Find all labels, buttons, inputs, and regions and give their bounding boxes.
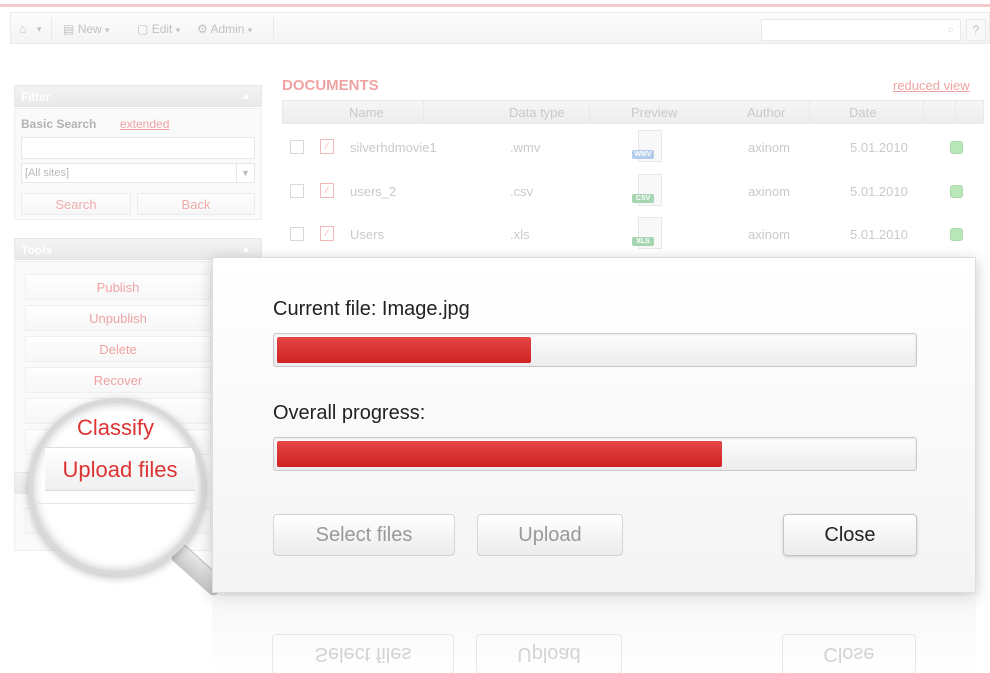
reflection-select-files: Select files xyxy=(272,634,454,673)
delete-button[interactable]: Delete xyxy=(25,336,211,362)
reflection-close: Close xyxy=(782,634,916,673)
status-icon xyxy=(950,228,963,241)
current-file-progress-bar xyxy=(273,333,917,367)
current-file-progress-fill xyxy=(277,337,532,363)
chevron-down-icon: ▼ xyxy=(236,164,254,182)
row-date: 5.01.2010 xyxy=(850,140,908,155)
tools-panel-title: Tools xyxy=(21,243,53,257)
current-file-label: Current file: Image.jpg xyxy=(273,298,470,320)
file-tag: WMV xyxy=(632,150,654,159)
row-date: 5.01.2010 xyxy=(850,227,908,242)
toolbar: ⌂ ▾ ▤ New ▾ ▢ Edit ▾ ⚙ Admin ▾ ⌕ ? xyxy=(10,12,990,44)
column-header-author[interactable]: Author xyxy=(747,105,785,120)
row-type: .wmv xyxy=(510,140,541,155)
top-accent-line xyxy=(0,4,990,7)
sort-handle[interactable] xyxy=(423,101,451,123)
file-preview-icon[interactable]: XLS xyxy=(632,217,666,251)
close-button[interactable]: Close xyxy=(783,514,917,556)
file-tag: CSV xyxy=(632,194,654,203)
row-type: .xls xyxy=(510,227,530,242)
sort-handle[interactable] xyxy=(955,101,983,123)
basic-search-label: Basic Search xyxy=(21,117,97,131)
reduced-view-link[interactable]: reduced view xyxy=(893,78,970,93)
upload-button[interactable]: Upload xyxy=(477,514,623,556)
sort-handle[interactable] xyxy=(923,101,951,123)
sort-handle[interactable] xyxy=(809,101,837,123)
edit-icon: ▢ xyxy=(137,22,149,36)
magnifier-divider xyxy=(33,503,201,504)
column-header-preview[interactable]: Preview xyxy=(631,105,677,120)
toolbar-separator xyxy=(51,17,52,41)
row-name[interactable]: Users xyxy=(350,227,384,242)
select-files-button[interactable]: Select files xyxy=(273,514,455,556)
reflection-upload: Upload xyxy=(476,634,622,673)
collapse-icon[interactable]: ▲ xyxy=(241,86,251,108)
pdf-icon: ⁄ xyxy=(320,226,334,241)
basic-search-input[interactable] xyxy=(21,137,255,159)
edit-button[interactable]: ▢ Edit ▾ xyxy=(137,19,180,39)
pdf-icon: ⁄ xyxy=(320,183,334,198)
home-menu-caret[interactable]: ▾ xyxy=(37,19,42,39)
chevron-down-icon: ▾ xyxy=(175,25,181,35)
site-select[interactable]: [All sites] ▼ xyxy=(21,163,255,183)
edit-button-label: Edit xyxy=(151,22,173,36)
row-author: axinom xyxy=(748,184,790,199)
row-name[interactable]: silverhdmovie1 xyxy=(350,140,437,155)
upload-files-button[interactable]: Upload files xyxy=(45,447,195,491)
back-button[interactable]: Back xyxy=(137,193,255,215)
overall-progress-label: Overall progress: xyxy=(273,402,426,424)
new-button-label: New xyxy=(77,22,102,36)
table-row[interactable]: ⁄ Users .xls XLS axinom 5.01.2010 xyxy=(282,215,984,255)
row-checkbox[interactable] xyxy=(290,140,304,154)
site-select-value: [All sites] xyxy=(25,167,70,179)
search-button[interactable]: Search xyxy=(21,193,131,215)
table-row[interactable]: ⁄ silverhdmovie1 .wmv WMV axinom 5.01.20… xyxy=(282,128,984,168)
overall-progress-fill xyxy=(277,441,723,467)
chevron-down-icon: ▾ xyxy=(105,25,110,35)
table-header: Name Data type Preview Author Date xyxy=(282,100,984,124)
help-button[interactable]: ? xyxy=(966,19,986,41)
unpublish-button[interactable]: Unpublish xyxy=(25,305,211,331)
upload-dialog: Current file: Image.jpg Overall progress… xyxy=(212,257,976,593)
classify-button[interactable]: Classify xyxy=(77,415,154,441)
publish-button[interactable]: Publish xyxy=(25,274,211,300)
row-checkbox[interactable] xyxy=(290,227,304,241)
chevron-down-icon: ▾ xyxy=(247,25,253,35)
documents-title: DOCUMENTS xyxy=(282,77,379,94)
filter-panel-title: Filter xyxy=(21,90,51,104)
table-row[interactable]: ⁄ users_2 .csv CSV axinom 5.01.2010 xyxy=(282,172,984,212)
row-name[interactable]: users_2 xyxy=(350,184,396,199)
toolbar-separator xyxy=(273,17,274,41)
status-icon xyxy=(950,141,963,154)
new-button[interactable]: ▤ New ▾ xyxy=(63,19,110,39)
column-header-date[interactable]: Date xyxy=(849,105,876,120)
row-author: axinom xyxy=(748,140,790,155)
sort-handle[interactable] xyxy=(589,101,617,123)
extended-search-link[interactable]: extended xyxy=(120,117,169,131)
row-author: axinom xyxy=(748,227,790,242)
toolbar-search-input[interactable]: ⌕ xyxy=(761,19,961,41)
home-icon[interactable]: ⌂ xyxy=(19,19,26,39)
column-header-data-type[interactable]: Data type xyxy=(509,105,565,120)
search-icon[interactable]: ⌕ xyxy=(947,22,954,37)
overall-progress-bar xyxy=(273,437,917,471)
file-preview-icon[interactable]: WMV xyxy=(632,130,666,164)
admin-button[interactable]: ⚙ Admin ▾ xyxy=(197,19,252,39)
filter-panel: Basic Search extended [All sites] ▼ Sear… xyxy=(14,108,262,220)
row-checkbox[interactable] xyxy=(290,184,304,198)
row-type: .csv xyxy=(510,184,534,199)
magnifier-lens: Classify Upload files xyxy=(28,398,206,576)
pdf-icon: ⁄ xyxy=(320,139,334,154)
file-preview-icon[interactable]: CSV xyxy=(632,174,666,208)
status-icon xyxy=(950,185,963,198)
admin-button-label: Admin xyxy=(210,22,245,36)
recover-button[interactable]: Recover xyxy=(25,367,211,393)
file-tag: XLS xyxy=(632,237,654,246)
filter-panel-header[interactable]: Filter ▲ xyxy=(14,85,262,107)
document-icon: ▤ xyxy=(63,22,75,36)
column-header-name[interactable]: Name xyxy=(349,105,384,120)
gear-icon: ⚙ xyxy=(197,22,208,36)
row-date: 5.01.2010 xyxy=(850,184,908,199)
